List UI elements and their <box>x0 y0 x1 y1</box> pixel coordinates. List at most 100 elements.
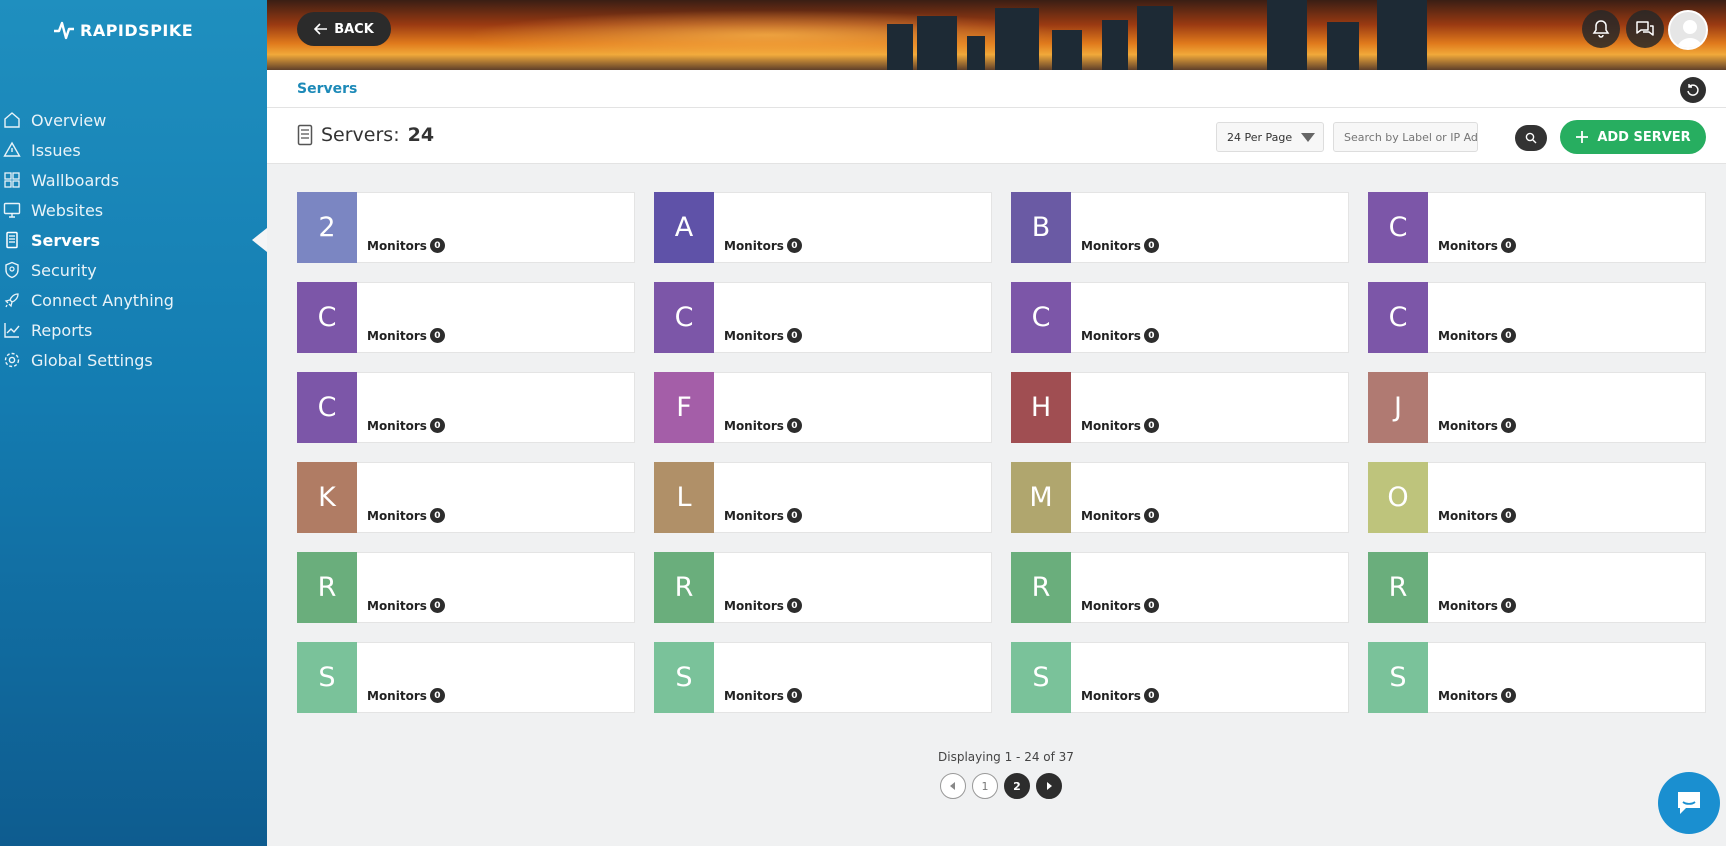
sidebar-item-label: Security <box>31 260 97 280</box>
sidebar-item-security[interactable]: Security <box>0 255 267 285</box>
sidebar-item-wallboards[interactable]: Wallboards <box>0 165 267 195</box>
sidebar-item-websites[interactable]: Websites <box>0 195 267 225</box>
per-page-value: 24 Per Page <box>1227 130 1293 144</box>
skyline-building <box>1102 20 1128 70</box>
monitors-count: Monitors 0 <box>724 238 802 253</box>
warning-icon <box>3 141 21 159</box>
sidebar-item-connect-anything[interactable]: Connect Anything <box>0 285 267 315</box>
server-initial-tile: C <box>1368 192 1428 263</box>
page-2-button[interactable]: 2 <box>1004 773 1030 799</box>
server-card[interactable]: C Monitors 0 <box>1011 282 1349 353</box>
server-card[interactable]: R Monitors 0 <box>654 552 992 623</box>
server-card[interactable]: A Monitors 0 <box>654 192 992 263</box>
server-card[interactable]: S Monitors 0 <box>1368 642 1706 713</box>
server-card[interactable]: S Monitors 0 <box>1011 642 1349 713</box>
server-card-body: Monitors 0 <box>714 283 991 352</box>
add-server-button[interactable]: ADD SERVER <box>1560 120 1706 154</box>
sidebar-item-servers[interactable]: Servers <box>0 225 267 255</box>
breadcrumb-servers[interactable]: Servers <box>297 81 357 97</box>
server-card[interactable]: L Monitors 0 <box>654 462 992 533</box>
monitors-label: Monitors <box>367 328 427 343</box>
monitors-badge: 0 <box>1500 688 1516 703</box>
monitors-label: Monitors <box>1081 508 1141 523</box>
sidebar-item-label: Issues <box>31 140 81 160</box>
server-card[interactable]: S Monitors 0 <box>654 642 992 713</box>
monitors-count: Monitors 0 <box>1081 238 1159 253</box>
server-card[interactable]: 2 Monitors 0 <box>297 192 635 263</box>
monitors-count: Monitors 0 <box>367 418 445 433</box>
monitors-badge: 0 <box>429 418 445 433</box>
server-initial-tile: K <box>297 462 357 533</box>
sidebar-item-reports[interactable]: Reports <box>0 315 267 345</box>
monitors-badge: 0 <box>1500 508 1516 523</box>
monitors-label: Monitors <box>367 238 427 253</box>
server-card[interactable]: C Monitors 0 <box>1368 282 1706 353</box>
server-initial-tile: S <box>1368 642 1428 713</box>
server-card[interactable]: M Monitors 0 <box>1011 462 1349 533</box>
monitors-count: Monitors 0 <box>1438 598 1516 613</box>
server-card[interactable]: B Monitors 0 <box>1011 192 1349 263</box>
monitors-badge: 0 <box>1143 688 1159 703</box>
server-card[interactable]: C Monitors 0 <box>297 372 635 443</box>
server-initial-tile: B <box>1011 192 1071 263</box>
search-button[interactable] <box>1515 125 1547 151</box>
previous-page-button[interactable] <box>940 773 966 799</box>
notifications-button[interactable] <box>1582 10 1620 48</box>
server-card[interactable]: K Monitors 0 <box>297 462 635 533</box>
skyline-building <box>1377 0 1427 70</box>
logo-text: RAPIDSPIKE <box>80 20 194 40</box>
refresh-icon <box>1687 84 1699 96</box>
monitors-badge: 0 <box>1143 238 1159 253</box>
server-card[interactable]: C Monitors 0 <box>297 282 635 353</box>
sidebar-item-label: Global Settings <box>31 350 153 370</box>
monitors-count: Monitors 0 <box>367 508 445 523</box>
messages-button[interactable] <box>1626 10 1664 48</box>
pagination-summary: Displaying 1 - 24 of 37 <box>938 750 1074 764</box>
server-card[interactable]: R Monitors 0 <box>1368 552 1706 623</box>
next-page-button[interactable] <box>1036 773 1062 799</box>
back-button[interactable]: BACK <box>297 12 391 46</box>
monitors-badge: 0 <box>1143 418 1159 433</box>
monitors-badge: 0 <box>429 328 445 343</box>
per-page-select[interactable]: 24 Per Page <box>1216 122 1324 152</box>
sidebar-item-overview[interactable]: Overview <box>0 105 267 135</box>
server-initial-tile: C <box>297 282 357 353</box>
server-card[interactable]: F Monitors 0 <box>654 372 992 443</box>
server-initial-tile: C <box>297 372 357 443</box>
server-card[interactable]: S Monitors 0 <box>297 642 635 713</box>
server-initial-tile: R <box>297 552 357 623</box>
monitors-badge: 0 <box>1500 238 1516 253</box>
servers-count: 24 <box>407 124 435 146</box>
server-card[interactable]: H Monitors 0 <box>1011 372 1349 443</box>
server-card-body: Monitors 0 <box>357 643 634 712</box>
user-avatar[interactable] <box>1668 10 1708 50</box>
server-card[interactable]: C Monitors 0 <box>654 282 992 353</box>
server-card[interactable]: R Monitors 0 <box>297 552 635 623</box>
server-initial-tile: M <box>1011 462 1071 533</box>
sidebar-item-label: Wallboards <box>31 170 120 190</box>
page-1-button[interactable]: 1 <box>972 773 998 799</box>
shield-icon <box>3 261 21 279</box>
sidebar-item-global-settings[interactable]: Global Settings <box>0 345 267 375</box>
search-input[interactable] <box>1333 122 1478 152</box>
sidebar-item-issues[interactable]: Issues <box>0 135 267 165</box>
server-card[interactable]: O Monitors 0 <box>1368 462 1706 533</box>
server-card-body: Monitors 0 <box>1428 643 1705 712</box>
servers-toolbar: Servers: 24 24 Per Page ADD SERVER <box>267 108 1726 164</box>
back-label: BACK <box>334 21 374 37</box>
support-chat-button[interactable] <box>1658 772 1720 834</box>
server-card[interactable]: C Monitors 0 <box>1368 192 1706 263</box>
rapidspike-logo[interactable]: RAPIDSPIKE <box>52 18 193 42</box>
server-card[interactable]: J Monitors 0 <box>1368 372 1706 443</box>
server-card[interactable]: R Monitors 0 <box>1011 552 1349 623</box>
breadcrumb-bar: Servers <box>267 70 1726 108</box>
server-card-body: Monitors 0 <box>1071 463 1348 532</box>
monitors-badge: 0 <box>786 328 802 343</box>
server-initial-tile: O <box>1368 462 1428 533</box>
refresh-button[interactable] <box>1680 77 1706 103</box>
server-initial-tile: A <box>654 192 714 263</box>
sidebar-item-label: Overview <box>31 110 107 130</box>
server-initial-tile: L <box>654 462 714 533</box>
monitors-count: Monitors 0 <box>1081 508 1159 523</box>
monitors-count: Monitors 0 <box>367 598 445 613</box>
